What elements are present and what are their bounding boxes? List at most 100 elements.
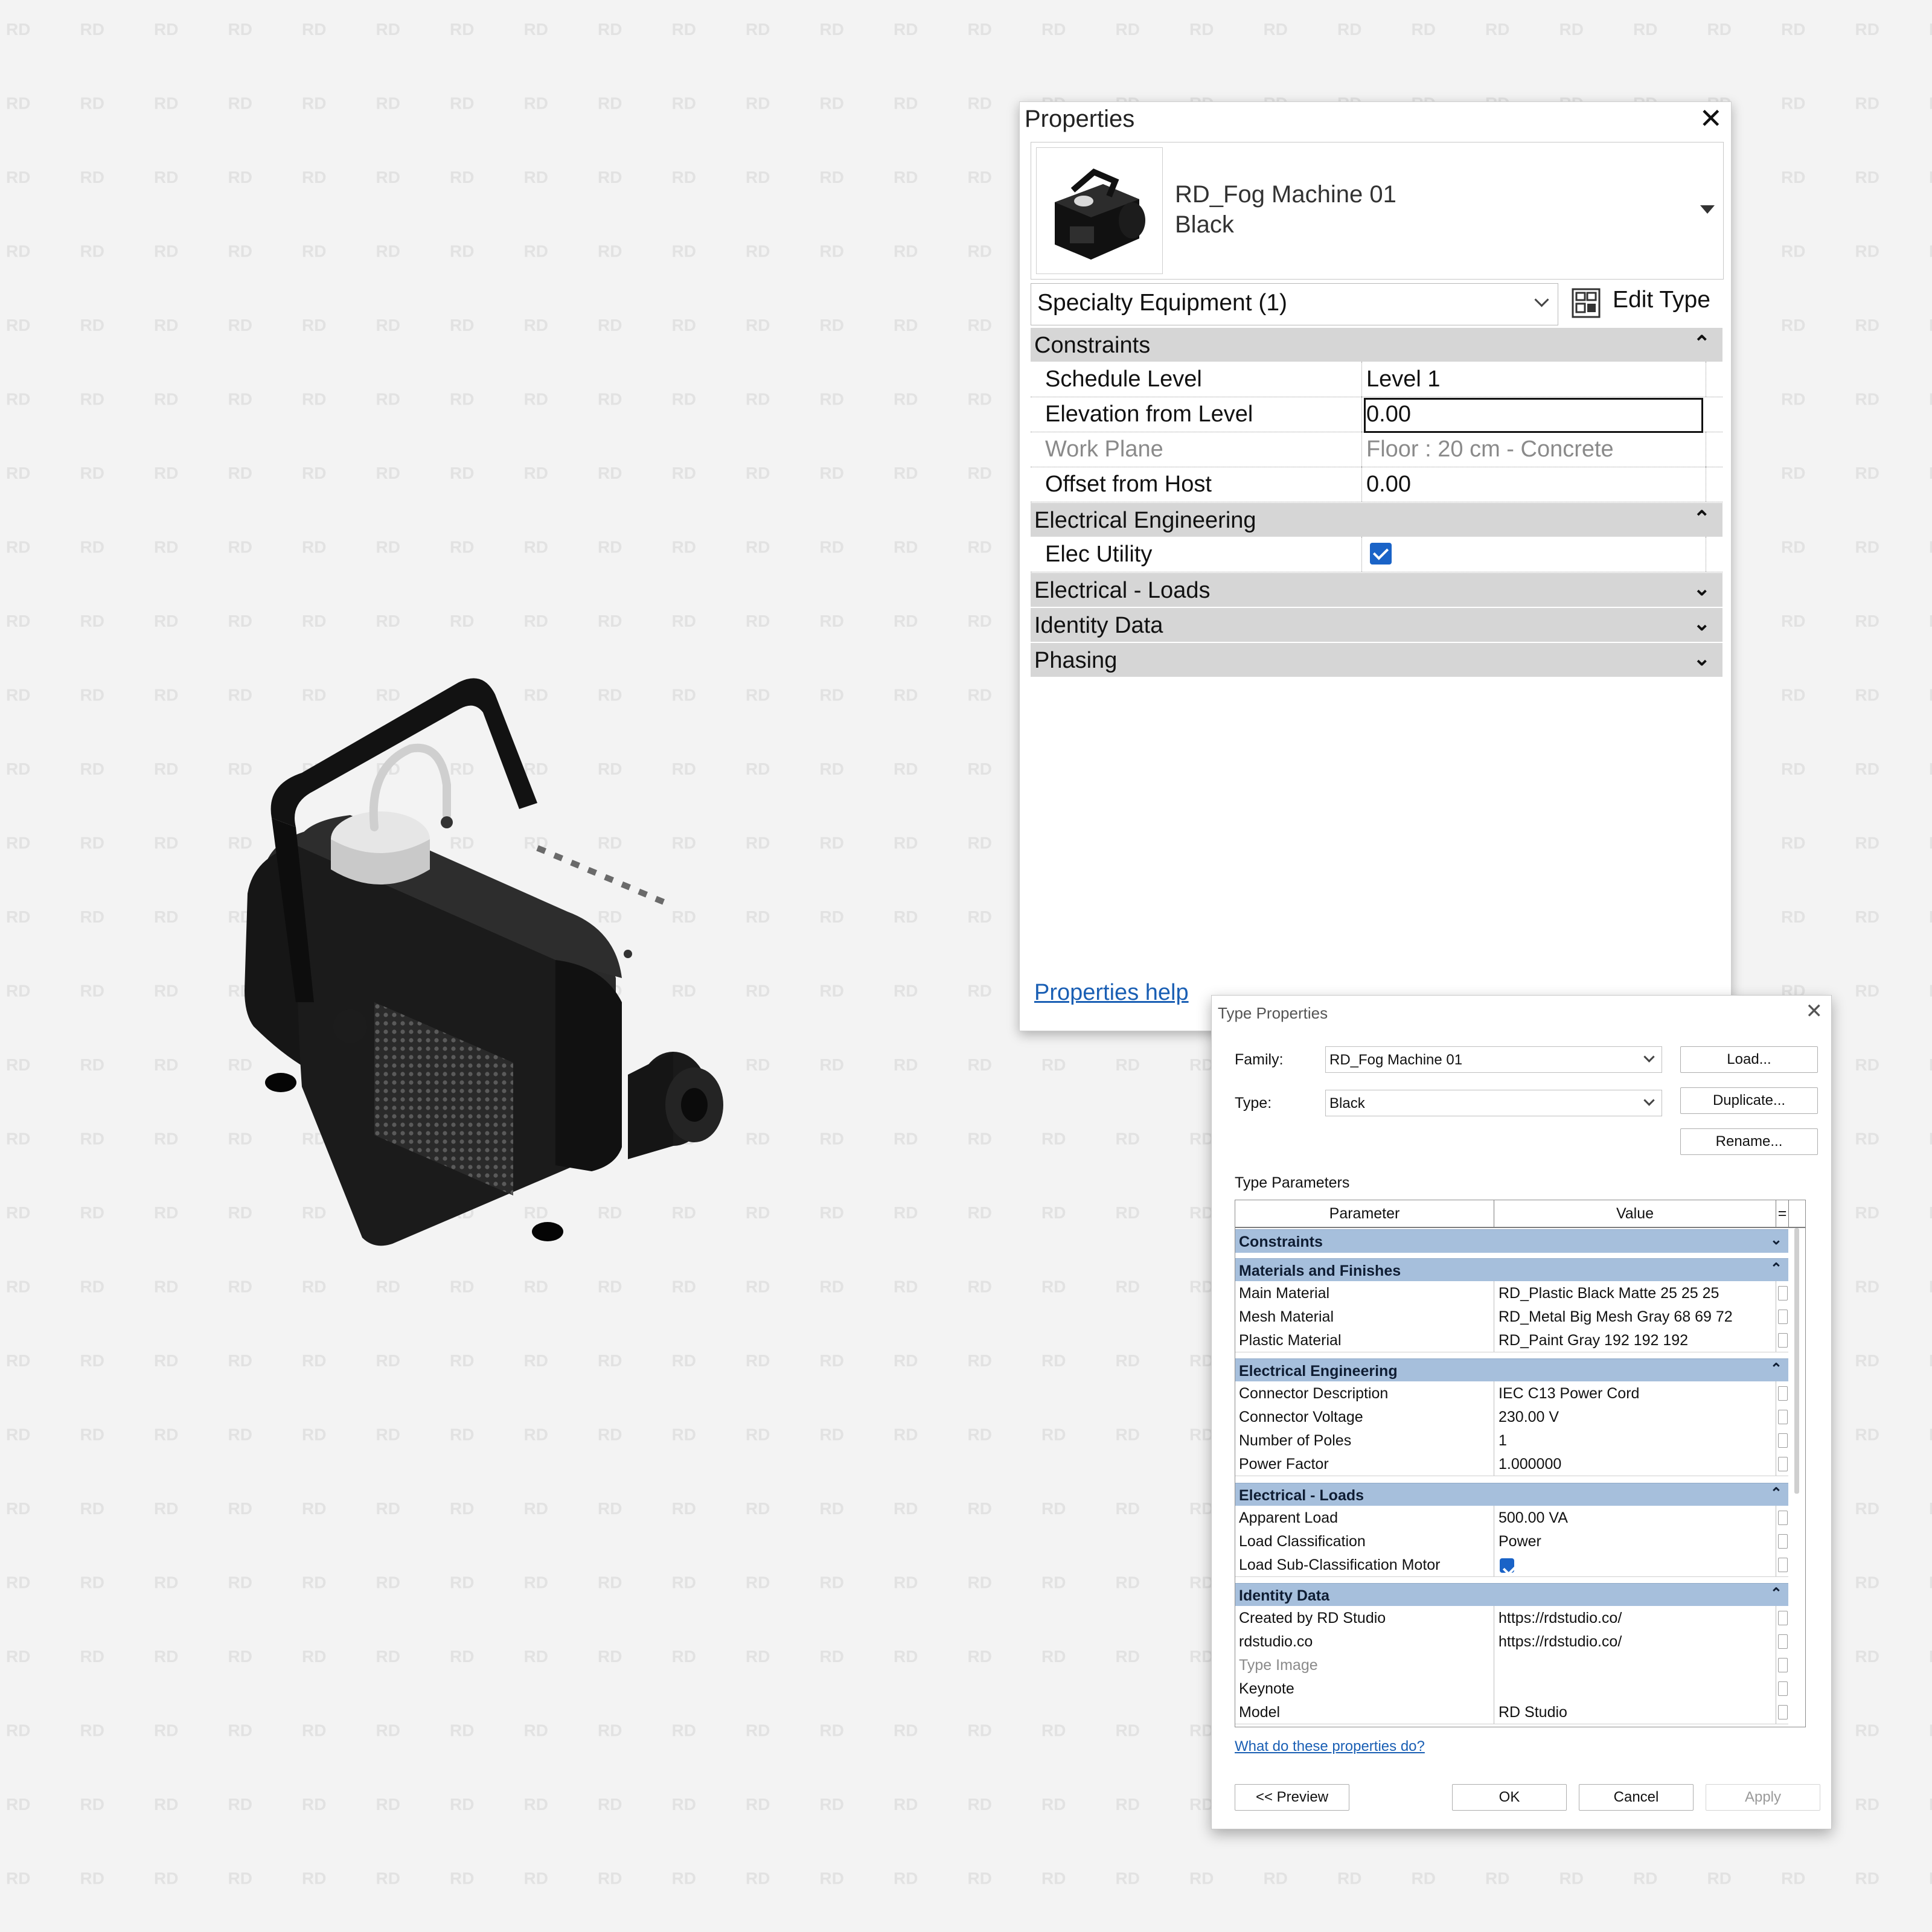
group-electrical-loads[interactable]: Electrical - Loads ⌃: [1235, 1483, 1788, 1506]
property-value[interactable]: 0.00: [1366, 472, 1411, 497]
duplicate-button[interactable]: Duplicate...: [1680, 1087, 1818, 1114]
column-header-formula[interactable]: =: [1776, 1200, 1789, 1227]
param-value[interactable]: RD Studio: [1499, 1704, 1567, 1721]
group-constraints[interactable]: Constraints ⌄: [1235, 1229, 1788, 1253]
column-header-value[interactable]: Value: [1494, 1200, 1776, 1227]
close-icon[interactable]: ✕: [1806, 999, 1823, 1023]
associate-param-button[interactable]: [1778, 1634, 1788, 1649]
associate-param-button[interactable]: [1778, 1681, 1788, 1696]
elevation-input[interactable]: [1364, 398, 1703, 433]
chevron-down-icon[interactable]: [1700, 205, 1715, 214]
associate-param-button[interactable]: [1778, 1658, 1788, 1672]
param-value[interactable]: https://rdstudio.co/: [1499, 1610, 1622, 1627]
collapse-icon[interactable]: ⌃: [1770, 1485, 1782, 1502]
associate-param-button[interactable]: [1778, 1534, 1788, 1549]
group-phasing[interactable]: Phasing ⌄: [1031, 643, 1722, 677]
properties-title: Properties: [1025, 106, 1135, 132]
param-value[interactable]: 500.00 VA: [1499, 1509, 1568, 1527]
collapse-icon[interactable]: ⌃: [1770, 1260, 1782, 1278]
table-row[interactable]: Keynote: [1235, 1677, 1788, 1701]
checkbox-checked-icon[interactable]: [1500, 1558, 1514, 1573]
param-value[interactable]: 230.00 V: [1499, 1409, 1559, 1426]
associate-param-button[interactable]: [1778, 1611, 1788, 1625]
type-dropdown[interactable]: Black: [1325, 1090, 1662, 1116]
group-identity-data[interactable]: Identity Data ⌄: [1031, 608, 1722, 642]
column-divider: [1706, 537, 1707, 572]
collapse-icon[interactable]: ⌃: [1770, 1360, 1782, 1378]
checkbox-checked-icon[interactable]: [1370, 543, 1392, 565]
type-thumbnail: [1036, 147, 1163, 274]
group-electrical-loads[interactable]: Electrical - Loads ⌄: [1031, 573, 1722, 607]
table-row[interactable]: Connector Description IEC C13 Power Cord: [1235, 1381, 1788, 1406]
expand-icon[interactable]: ⌄: [1694, 647, 1711, 671]
param-value[interactable]: https://rdstudio.co/: [1499, 1633, 1622, 1651]
group-label: Electrical - Loads: [1034, 578, 1211, 603]
load-button[interactable]: Load...: [1680, 1046, 1818, 1073]
properties-help-link[interactable]: Properties help: [1034, 980, 1189, 1006]
param-value[interactable]: 1: [1499, 1432, 1507, 1450]
associate-param-button[interactable]: [1778, 1410, 1788, 1424]
ok-button[interactable]: OK: [1452, 1784, 1567, 1811]
family-dropdown[interactable]: RD_Fog Machine 01: [1325, 1046, 1662, 1073]
apply-button[interactable]: Apply: [1706, 1784, 1820, 1811]
group-materials-and-finishes[interactable]: Materials and Finishes ⌃: [1235, 1258, 1788, 1282]
table-row[interactable]: Created by RD Studio https://rdstudio.co…: [1235, 1606, 1788, 1630]
collapse-icon[interactable]: ⌃: [1770, 1585, 1782, 1602]
table-row[interactable]: Power Factor 1.000000: [1235, 1452, 1788, 1476]
expand-icon[interactable]: ⌄: [1694, 612, 1711, 636]
collapse-icon[interactable]: ⌃: [1694, 331, 1711, 356]
column-divider: [1361, 362, 1363, 397]
rename-button[interactable]: Rename...: [1680, 1128, 1818, 1155]
table-row[interactable]: Load Classification Power: [1235, 1529, 1788, 1553]
property-value[interactable]: Level 1: [1366, 366, 1441, 392]
table-row[interactable]: Main Material RD_Plastic Black Matte 25 …: [1235, 1281, 1788, 1305]
property-row-offset-from-host[interactable]: Offset from Host 0.00: [1031, 467, 1722, 502]
param-value[interactable]: Power: [1499, 1533, 1541, 1550]
table-row[interactable]: Connector Voltage 230.00 V: [1235, 1405, 1788, 1429]
associate-param-button[interactable]: [1778, 1386, 1788, 1401]
table-row[interactable]: Plastic Material RD_Paint Gray 192 192 1…: [1235, 1328, 1788, 1352]
vertical-scrollbar[interactable]: [1792, 1228, 1802, 1723]
category-filter-dropdown[interactable]: Specialty Equipment (1): [1031, 283, 1558, 325]
associate-param-button[interactable]: [1778, 1433, 1788, 1448]
param-value[interactable]: RD_Plastic Black Matte 25 25 25: [1499, 1285, 1719, 1302]
table-row[interactable]: Load Sub-Classification Motor: [1235, 1553, 1788, 1577]
group-electrical-engineering[interactable]: Electrical Engineering ⌃: [1235, 1358, 1788, 1382]
table-row[interactable]: Mesh Material RD_Metal Big Mesh Gray 68 …: [1235, 1305, 1788, 1329]
param-value[interactable]: RD_Metal Big Mesh Gray 68 69 72: [1499, 1308, 1733, 1326]
associate-param-button[interactable]: [1778, 1511, 1788, 1525]
associate-param-button[interactable]: [1778, 1558, 1788, 1572]
associate-param-button[interactable]: [1778, 1457, 1788, 1471]
table-row[interactable]: Type Image: [1235, 1653, 1788, 1677]
param-value[interactable]: 1.000000: [1499, 1456, 1561, 1473]
property-value[interactable]: 0.00: [1366, 401, 1411, 427]
scrollbar-thumb[interactable]: [1794, 1228, 1799, 1494]
associate-param-button[interactable]: [1778, 1310, 1788, 1324]
group-electrical-engineering[interactable]: Electrical Engineering ⌃: [1031, 503, 1722, 537]
expand-icon[interactable]: ⌄: [1694, 577, 1711, 601]
properties-help-link[interactable]: What do these properties do?: [1235, 1738, 1425, 1755]
collapse-icon[interactable]: ⌃: [1694, 507, 1711, 531]
close-icon[interactable]: ✕: [1699, 104, 1722, 132]
property-row-elevation-from-level[interactable]: Elevation from Level 0.00: [1031, 397, 1722, 433]
param-value[interactable]: IEC C13 Power Cord: [1499, 1385, 1639, 1403]
table-row[interactable]: Number of Poles 1: [1235, 1428, 1788, 1453]
expand-icon[interactable]: ⌄: [1770, 1231, 1782, 1249]
cancel-button[interactable]: Cancel: [1579, 1784, 1694, 1811]
fog-machine-render: [245, 678, 723, 1246]
table-row[interactable]: Apparent Load 500.00 VA: [1235, 1506, 1788, 1530]
type-selector[interactable]: RD_Fog Machine 01 Black: [1031, 142, 1724, 280]
group-identity-data[interactable]: Identity Data ⌃: [1235, 1583, 1788, 1607]
associate-param-button[interactable]: [1778, 1705, 1788, 1719]
group-constraints[interactable]: Constraints ⌃: [1031, 328, 1722, 362]
param-value[interactable]: RD_Paint Gray 192 192 192: [1499, 1332, 1688, 1349]
chevron-down-icon: [1643, 1051, 1655, 1063]
associate-param-button[interactable]: [1778, 1286, 1788, 1300]
property-row-elec-utility[interactable]: Elec Utility: [1031, 537, 1722, 572]
preview-button[interactable]: << Preview: [1235, 1784, 1349, 1811]
table-row[interactable]: Model RD Studio: [1235, 1700, 1788, 1724]
associate-param-button[interactable]: [1778, 1333, 1788, 1348]
table-row[interactable]: rdstudio.co https://rdstudio.co/: [1235, 1630, 1788, 1654]
column-header-parameter[interactable]: Parameter: [1235, 1200, 1494, 1227]
property-row-schedule-level[interactable]: Schedule Level Level 1: [1031, 362, 1722, 397]
